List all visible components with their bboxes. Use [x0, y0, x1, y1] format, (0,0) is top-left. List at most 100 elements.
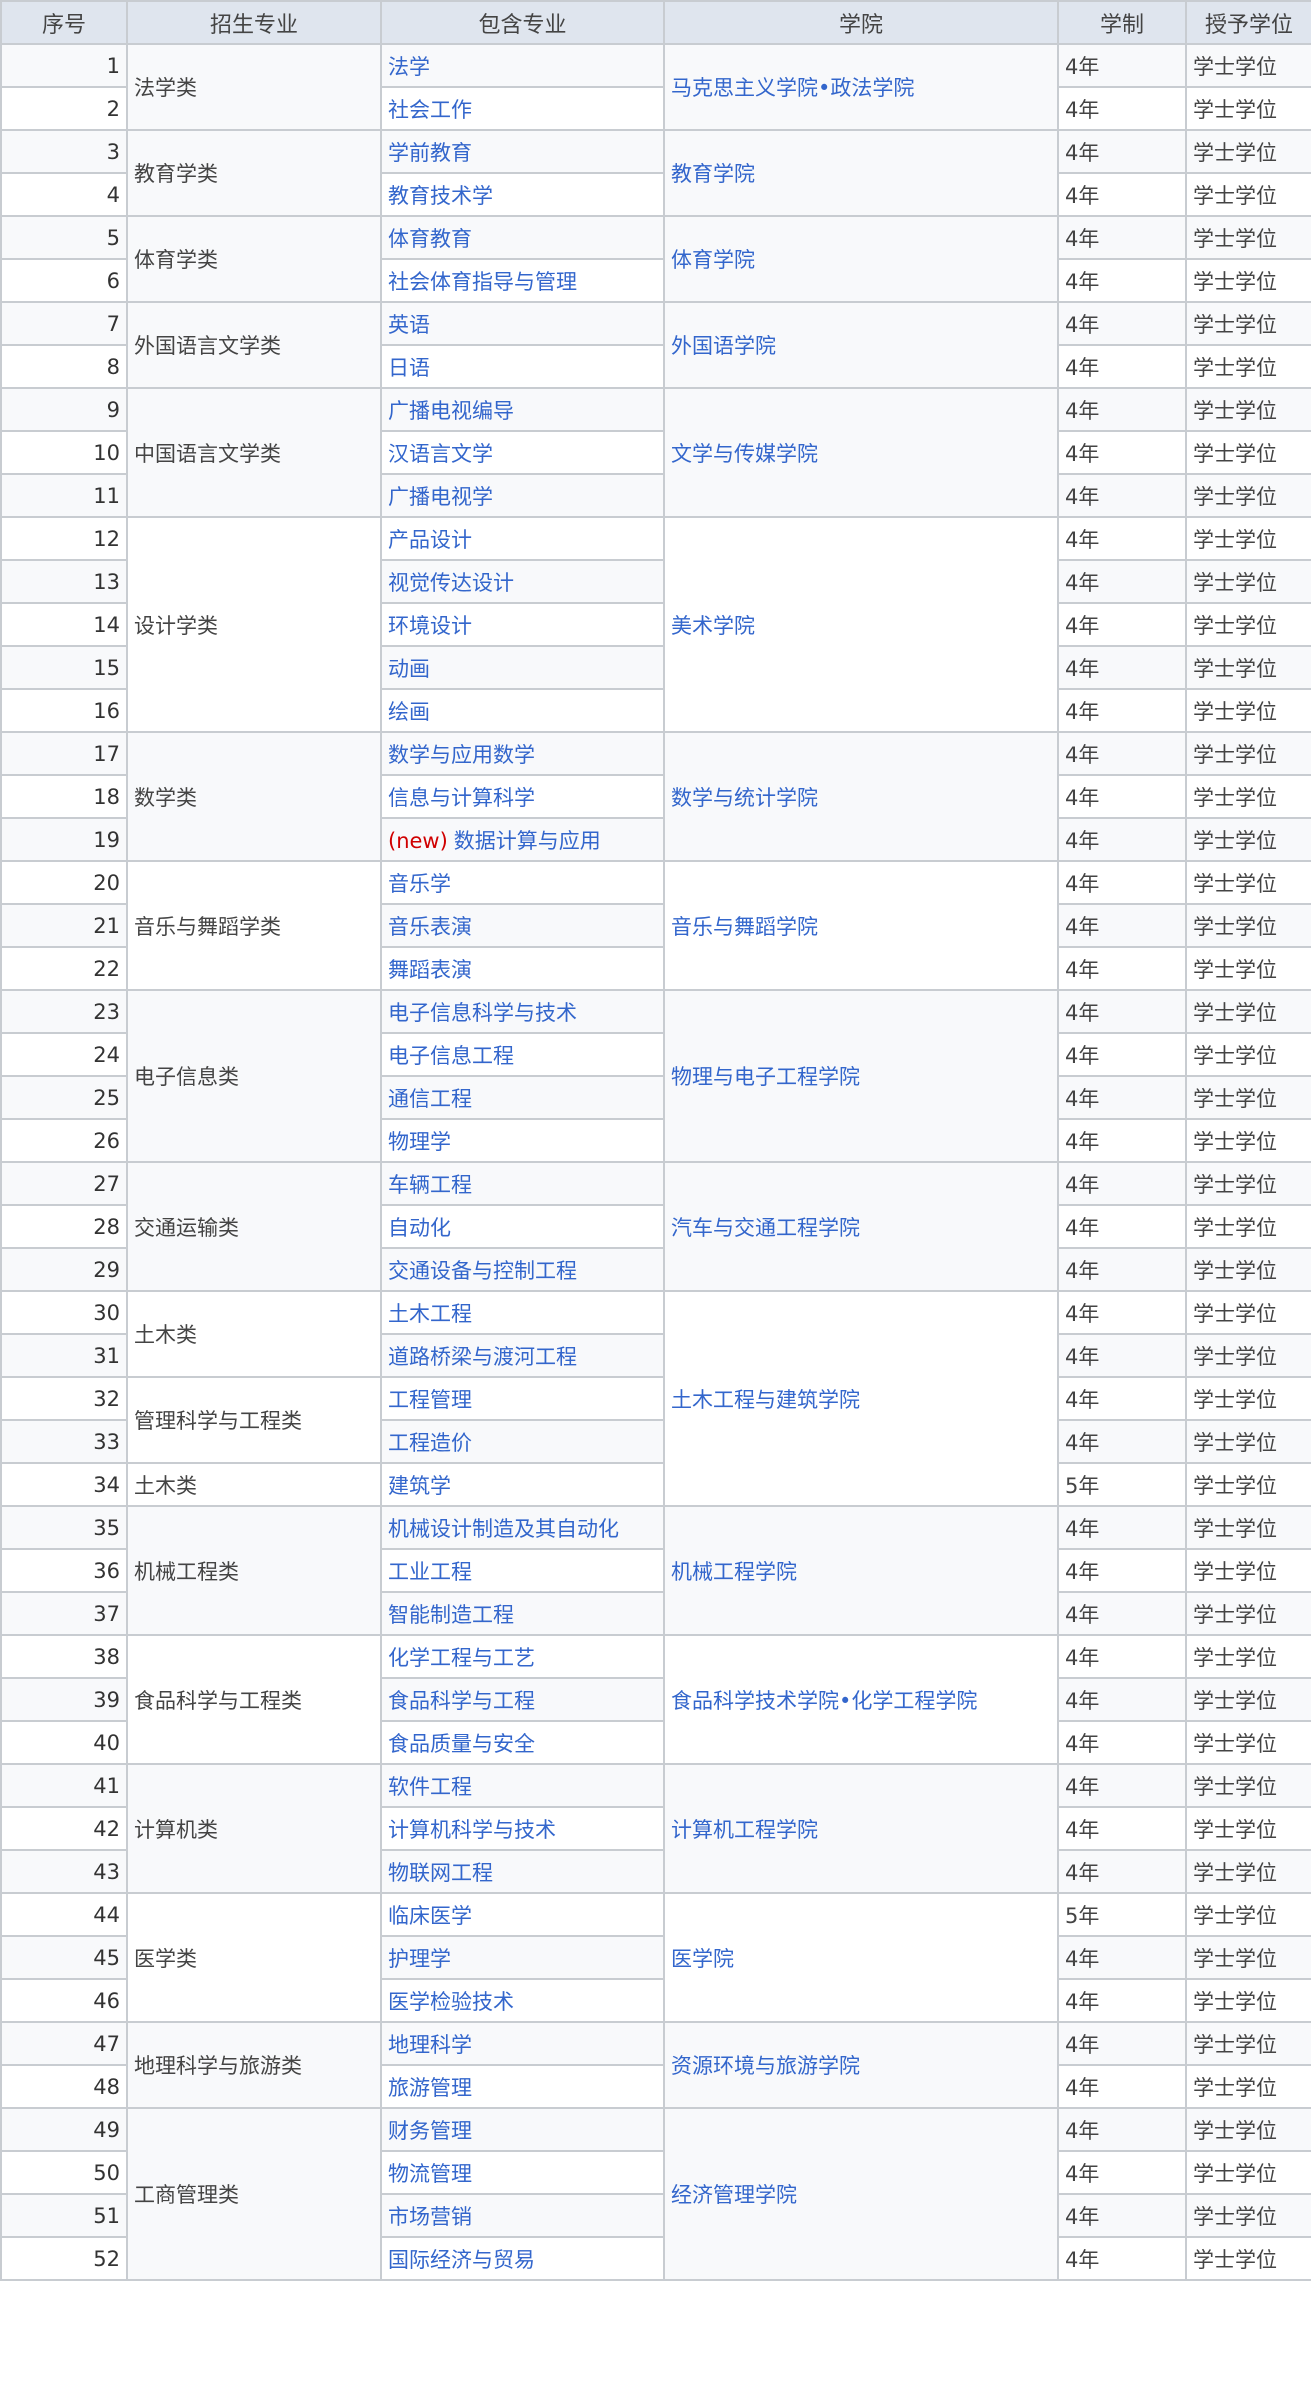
- college-link[interactable]: 汽车与交通工程学院: [671, 1216, 860, 1240]
- college-link[interactable]: 美术学院: [671, 614, 755, 638]
- major-link[interactable]: 法学: [388, 55, 430, 79]
- major-link[interactable]: 舞蹈表演: [388, 958, 472, 982]
- header-years[interactable]: 学制: [1057, 0, 1187, 45]
- major-link[interactable]: 食品科学与工程: [388, 1689, 535, 1713]
- header-college[interactable]: 学院: [663, 0, 1059, 45]
- years-cell: 4年: [1057, 1591, 1187, 1636]
- major-link[interactable]: 广播电视学: [388, 485, 493, 509]
- row-number: 52: [0, 2236, 128, 2281]
- college-link[interactable]: 文学与传媒学院: [671, 442, 818, 466]
- college-link[interactable]: 音乐与舞蹈学院: [671, 915, 818, 939]
- college-link[interactable]: 经济管理学院: [671, 2183, 797, 2207]
- major-link[interactable]: 信息与计算科学: [388, 786, 535, 810]
- row-number: 17: [0, 731, 128, 776]
- years-cell: 4年: [1057, 516, 1187, 561]
- major-link[interactable]: 软件工程: [388, 1775, 472, 1799]
- major-link[interactable]: 日语: [388, 356, 430, 380]
- major-link[interactable]: 财务管理: [388, 2119, 472, 2143]
- college-link[interactable]: 马克思主义学院•政法学院: [671, 76, 914, 100]
- major-link[interactable]: 电子信息工程: [388, 1044, 514, 1068]
- major-link[interactable]: 市场营销: [388, 2205, 472, 2229]
- major-cell: 电子信息科学与技术: [380, 989, 665, 1034]
- major-link[interactable]: 自动化: [388, 1216, 451, 1240]
- major-cell: 临床医学: [380, 1892, 665, 1937]
- major-cell: 汉语言文学: [380, 430, 665, 475]
- majors-table: 序号 招生专业 包含专业 学院 学制 授予学位 1 法学类 法学 马克思主义学院•政法…: [0, 0, 1311, 2281]
- college-link[interactable]: 土木工程与建筑学院: [671, 1388, 860, 1412]
- major-cell: (new) 数据计算与应用: [380, 817, 665, 862]
- major-link[interactable]: 体育教育: [388, 227, 472, 251]
- major-link[interactable]: 计算机科学与技术: [388, 1818, 556, 1842]
- major-link[interactable]: 物理学: [388, 1130, 451, 1154]
- degree-cell: 学士学位: [1185, 258, 1311, 303]
- degree-cell: 学士学位: [1185, 688, 1311, 733]
- college-link[interactable]: 资源环境与旅游学院: [671, 2054, 860, 2078]
- degree-cell: 学士学位: [1185, 1935, 1311, 1980]
- years-cell: 4年: [1057, 1935, 1187, 1980]
- major-link[interactable]: 动画: [388, 657, 430, 681]
- major-link[interactable]: 环境设计: [388, 614, 472, 638]
- header-major[interactable]: 包含专业: [380, 0, 665, 45]
- header-category[interactable]: 招生专业: [126, 0, 382, 45]
- row-number: 15: [0, 645, 128, 690]
- years-cell: 4年: [1057, 1806, 1187, 1851]
- major-link[interactable]: 国际经济与贸易: [388, 2248, 535, 2272]
- college-link[interactable]: 医学院: [671, 1947, 734, 1971]
- major-cell: 旅游管理: [380, 2064, 665, 2109]
- major-link[interactable]: 物联网工程: [388, 1861, 493, 1885]
- major-link[interactable]: 产品设计: [388, 528, 472, 552]
- major-link[interactable]: 交通设备与控制工程: [388, 1259, 577, 1283]
- major-link[interactable]: 化学工程与工艺: [388, 1646, 535, 1670]
- major-link[interactable]: 智能制造工程: [388, 1603, 514, 1627]
- major-link[interactable]: 食品质量与安全: [388, 1732, 535, 1756]
- major-cell: 物理学: [380, 1118, 665, 1163]
- major-link[interactable]: 汉语言文学: [388, 442, 493, 466]
- degree-cell: 学士学位: [1185, 2064, 1311, 2109]
- years-cell: 4年: [1057, 602, 1187, 647]
- major-link[interactable]: 学前教育: [388, 141, 472, 165]
- college-link[interactable]: 机械工程学院: [671, 1560, 797, 1584]
- major-link[interactable]: 社会工作: [388, 98, 472, 122]
- major-link[interactable]: 音乐学: [388, 872, 451, 896]
- major-link[interactable]: 广播电视编导: [388, 399, 514, 423]
- major-link[interactable]: 数学与应用数学: [388, 743, 535, 767]
- major-link[interactable]: 建筑学: [388, 1474, 451, 1498]
- major-link[interactable]: 视觉传达设计: [388, 571, 514, 595]
- header-degree[interactable]: 授予学位: [1185, 0, 1311, 45]
- major-cell: 通信工程: [380, 1075, 665, 1120]
- college-link[interactable]: 数学与统计学院: [671, 786, 818, 810]
- row-number: 10: [0, 430, 128, 475]
- row-number: 36: [0, 1548, 128, 1593]
- major-link[interactable]: 车辆工程: [388, 1173, 472, 1197]
- major-link[interactable]: 教育技术学: [388, 184, 493, 208]
- major-link[interactable]: 数据计算与应用: [454, 829, 601, 853]
- degree-cell: 学士学位: [1185, 1591, 1311, 1636]
- college-link[interactable]: 外国语学院: [671, 334, 776, 358]
- college-link[interactable]: 物理与电子工程学院: [671, 1065, 860, 1089]
- major-link[interactable]: 英语: [388, 313, 430, 337]
- major-link[interactable]: 机械设计制造及其自动化: [388, 1517, 619, 1541]
- major-link[interactable]: 医学检验技术: [388, 1990, 514, 2014]
- major-link[interactable]: 临床医学: [388, 1904, 472, 1928]
- major-link[interactable]: 物流管理: [388, 2162, 472, 2186]
- major-link[interactable]: 土木工程: [388, 1302, 472, 1326]
- college-link[interactable]: 教育学院: [671, 162, 755, 186]
- major-link[interactable]: 地理科学: [388, 2033, 472, 2057]
- college-link[interactable]: 计算机工程学院: [671, 1818, 818, 1842]
- major-link[interactable]: 音乐表演: [388, 915, 472, 939]
- major-link[interactable]: 工业工程: [388, 1560, 472, 1584]
- major-link[interactable]: 社会体育指导与管理: [388, 270, 577, 294]
- college-link[interactable]: 食品科学技术学院•化学工程学院: [671, 1689, 977, 1713]
- major-link[interactable]: 道路桥梁与渡河工程: [388, 1345, 577, 1369]
- major-link[interactable]: 电子信息科学与技术: [388, 1001, 577, 1025]
- major-link[interactable]: 工程造价: [388, 1431, 472, 1455]
- major-link[interactable]: 工程管理: [388, 1388, 472, 1412]
- major-link[interactable]: 绘画: [388, 700, 430, 724]
- major-link[interactable]: 护理学: [388, 1947, 451, 1971]
- college-link[interactable]: 体育学院: [671, 248, 755, 272]
- major-link[interactable]: 通信工程: [388, 1087, 472, 1111]
- degree-cell: 学士学位: [1185, 215, 1311, 260]
- major-link[interactable]: 旅游管理: [388, 2076, 472, 2100]
- header-seq[interactable]: 序号: [0, 0, 128, 45]
- major-cell: 工业工程: [380, 1548, 665, 1593]
